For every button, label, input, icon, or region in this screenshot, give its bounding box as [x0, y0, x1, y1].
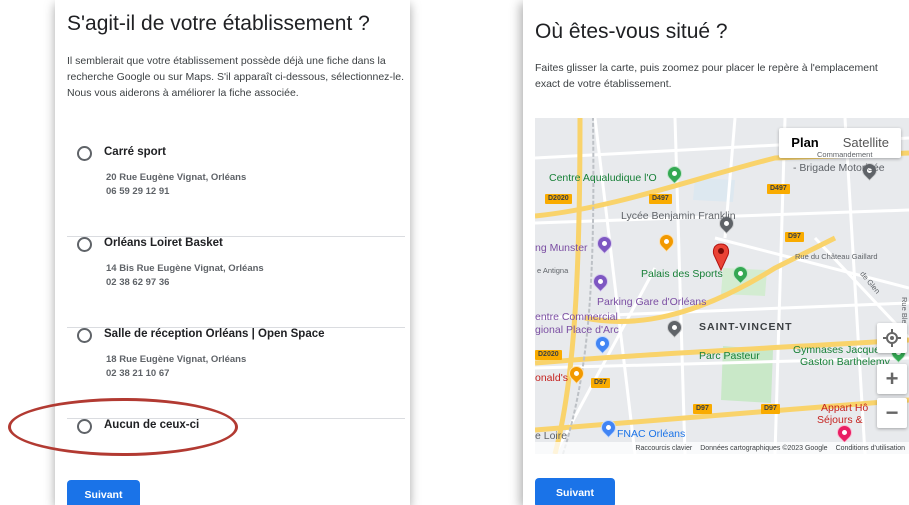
location-panel: Où êtes-vous situé ? Faites glisser la c… — [523, 0, 909, 505]
map-label: Parc Pasteur — [699, 350, 760, 362]
map-label: e Loire — [535, 430, 568, 442]
business-address: 14 Bis Rue Eugène Vignat, Orléans — [106, 263, 264, 274]
map-data-credit: Données cartographiques ©2023 Google — [700, 444, 828, 452]
business-phone: 02 38 21 10 67 — [106, 368, 170, 379]
map-label: e Antigna — [537, 266, 569, 275]
business-option-1[interactable]: Carré sport 20 Rue Eugène Vignat, Orléan… — [67, 146, 405, 237]
zoom-out-button[interactable]: − — [877, 398, 907, 428]
road-shield: D497 — [649, 194, 672, 204]
terms-link[interactable]: Conditions d'utilisation — [836, 445, 905, 452]
road-shield: D97 — [761, 404, 780, 414]
road-shield: D497 — [767, 184, 790, 194]
business-name: Salle de réception Orléans | Open Space — [104, 328, 325, 340]
map-label: onald's — [535, 372, 568, 384]
highlight-annotation — [8, 398, 238, 456]
map-label: FNAC Orléans — [617, 428, 686, 440]
map-label: Lycée Benjamin Franklin — [621, 210, 736, 222]
map-label: SAINT-VINCENT — [699, 321, 793, 333]
business-address: 20 Rue Eugène Vignat, Orléans — [106, 172, 247, 183]
business-address: 18 Rue Eugène Vignat, Orléans — [106, 354, 247, 365]
zoom-in-button[interactable]: + — [877, 364, 907, 394]
map-label: entre Commercial — [535, 311, 618, 323]
map-label: Centre Aqualudique l'O — [549, 172, 657, 184]
road-shield: D97 — [591, 378, 610, 388]
road-shield: D2020 — [535, 350, 562, 360]
next-button[interactable]: Suivant — [535, 478, 615, 505]
road-shield: D2020 — [545, 194, 572, 204]
map-label: ng Munster — [535, 242, 588, 254]
next-button[interactable]: Suivant — [67, 480, 140, 505]
business-option-2[interactable]: Orléans Loiret Basket 14 Bis Rue Eugène … — [67, 237, 405, 328]
map-view[interactable]: Plan Satellite Centre Aqualudique l'O Ly… — [535, 118, 909, 454]
page-title: Où êtes-vous situé ? — [535, 20, 728, 43]
road-shield: D97 — [693, 404, 712, 414]
map-label: Rue du Château Gaillard — [795, 252, 878, 261]
radio-button[interactable] — [77, 146, 92, 161]
business-name: Orléans Loiret Basket — [104, 237, 223, 249]
business-name: Carré sport — [104, 146, 166, 158]
location-pin — [712, 243, 730, 272]
radio-button[interactable] — [77, 237, 92, 252]
map-label: Parking Gare d'Orléans — [597, 296, 707, 308]
map-label: - Brigade Motorisée — [793, 162, 885, 174]
map-footer: Raccourcis clavier Données cartographiqu… — [535, 442, 909, 454]
map-label: Palais des Sports — [641, 268, 723, 280]
map-label: Commandement — [817, 150, 873, 159]
intro-text: Il semblerait que votre établissement po… — [67, 55, 405, 99]
business-phone: 06 59 29 12 91 — [106, 186, 170, 197]
keyboard-shortcuts-link[interactable]: Raccourcis clavier — [635, 445, 692, 452]
page-title: S'agit-il de votre établissement ? — [67, 12, 370, 35]
my-location-icon[interactable] — [877, 323, 907, 353]
business-phone: 02 38 62 97 36 — [106, 277, 170, 288]
map-label: Appart Hô — [821, 402, 869, 414]
intro-text: Faites glisser la carte, puis zoomez pou… — [535, 62, 878, 90]
map-label: gional Place d'Arc — [535, 324, 619, 336]
radio-button[interactable] — [77, 328, 92, 343]
road-shield: D97 — [785, 232, 804, 242]
map-label: Séjours & — [817, 414, 863, 426]
